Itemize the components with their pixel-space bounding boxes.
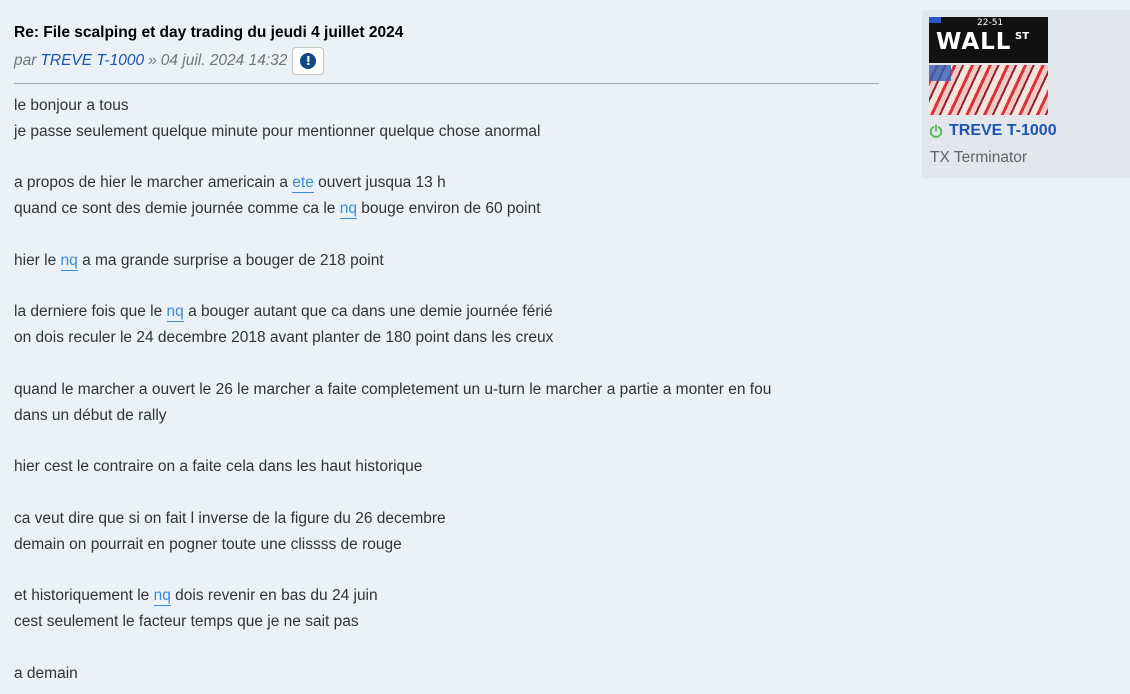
post-title[interactable]: Re: File scalping et day trading du jeud… [14,22,879,44]
line-text: quand ce sont des demie journée comme ca… [14,200,340,218]
date-separator: » [148,52,157,69]
avatar-sign-suffix: ST [1015,31,1030,42]
by-label: par [14,52,37,69]
forum-post: Re: File scalping et day trading du jeud… [0,0,1130,694]
content-line: le bonjour a tous [14,97,129,114]
line-text: dois revenir en bas du 24 juin [170,587,378,605]
content-line: je passe seulement quelque minute pour m… [14,122,541,140]
line-text: et historiquement le [14,587,154,605]
post-content: le bonjour a tous je passe seulement que… [14,93,879,686]
content-line: dans un début de rally [14,406,167,424]
content-line: a demain [14,664,78,682]
avatar-stripe [929,17,941,23]
profile-name-row: TREVE T-1000 [929,122,1057,140]
content-line: a propos de hier le marcher americain a … [14,170,879,196]
post-date: 04 juil. 2024 14:32 [160,52,288,69]
avatar-flag-blue [929,65,951,81]
keyword-link[interactable]: nq [60,251,78,271]
post-profile: 22-51 WALL ST TREVE T-1000 TX Terminator [922,10,1130,178]
avatar-sign-text: WALL [936,29,1012,55]
line-text: ouvert jusqua 13 h [313,174,446,192]
author-link[interactable]: TREVE T-1000 [40,52,144,70]
post-body: Re: File scalping et day trading du jeud… [14,22,879,686]
avatar-sign-number: 22-51 [977,18,1004,28]
avatar-photo [929,65,1048,115]
profile-username-link[interactable]: TREVE T-1000 [949,122,1057,140]
report-button[interactable]: ! [292,47,325,75]
avatar[interactable]: 22-51 WALL ST [929,17,1048,115]
line-text: a ma grande surprise a bouger de 218 poi… [77,251,384,269]
content-line: hier le nq a ma grande surprise a bouger… [14,248,879,274]
content-line: on dois reculer le 24 decembre 2018 avan… [14,329,554,347]
content-line: quand le marcher a ouvert le 26 le march… [14,380,772,398]
line-text: hier le [14,251,61,269]
keyword-link[interactable]: nq [166,303,184,323]
line-text: bouge environ de 60 point [356,200,541,218]
content-line: demain on pourrait en pogner toute une c… [14,535,402,553]
keyword-link[interactable]: nq [153,587,171,607]
content-line: ca veut dire que si on fait l inverse de… [14,509,446,527]
content-line: cest seulement le facteur temps que je n… [14,612,359,630]
content-line: hier cest le contraire on a faite cela d… [14,458,423,476]
report-icon: ! [300,53,317,69]
content-line: la derniere fois que le nq a bouger auta… [14,299,879,325]
content-line: quand ce sont des demie journée comme ca… [14,196,879,222]
line-text: a propos de hier le marcher americain a [14,174,293,192]
online-icon [929,124,943,138]
avatar-sign: 22-51 WALL ST [929,17,1048,65]
divider [14,83,879,84]
profile-rank: TX Terminator [930,149,1028,166]
post-author-line: par TREVE T-1000 » 04 juil. 2024 14:32 ! [14,47,879,75]
keyword-link[interactable]: nq [339,200,357,220]
line-text: a bouger autant que ca dans une demie jo… [183,303,553,321]
line-text: la derniere fois que le [14,303,167,321]
keyword-link[interactable]: ete [292,174,314,194]
content-line: et historiquement le nq dois revenir en … [14,583,879,609]
